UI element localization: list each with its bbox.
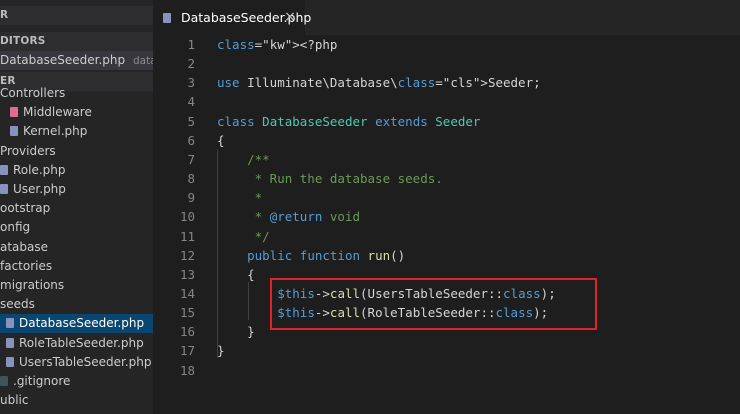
- tree-item[interactable]: .gitignore: [0, 372, 153, 391]
- line-number: 7: [187, 151, 195, 167]
- tree-item[interactable]: Kernel.php: [0, 122, 153, 141]
- tree-item-label: migrations: [0, 278, 65, 292]
- tree-item-label: User.php: [13, 182, 66, 196]
- line-number: 2: [187, 56, 195, 72]
- close-icon[interactable]: ×: [281, 0, 299, 35]
- explorer-title: R: [0, 6, 153, 25]
- tree-item[interactable]: factories: [0, 257, 153, 276]
- line-number: 3: [187, 75, 195, 91]
- tree-item-label: .gitignore: [13, 374, 71, 388]
- line-number: 18: [179, 362, 195, 378]
- indent-guide: [217, 149, 218, 358]
- tree-item[interactable]: onfig: [0, 218, 153, 237]
- line-number: 13: [179, 266, 195, 282]
- line-number: 12: [179, 247, 195, 263]
- tree-item-label: onfig: [0, 220, 31, 235]
- tree-item-label: Controllers: [0, 86, 66, 100]
- git-file-icon: [0, 376, 8, 386]
- php-file-icon: [163, 13, 171, 23]
- code-line[interactable]: {: [217, 131, 225, 150]
- tab-databaseseeder[interactable]: DatabaseSeeder.php ×: [153, 0, 311, 35]
- tree-item-label: Providers: [0, 143, 56, 158]
- line-number: 8: [187, 171, 195, 187]
- line-number: 16: [179, 324, 195, 340]
- tree-item-label: Middleware: [23, 105, 92, 120]
- explorer-sidebar: R DITORS DatabaseSeeder.php database... …: [0, 0, 153, 414]
- tree-item[interactable]: Middleware: [0, 103, 153, 122]
- tree-item[interactable]: seeds: [0, 295, 153, 314]
- code-line[interactable]: /**: [217, 150, 270, 169]
- tree-item-label: Role.php: [13, 162, 66, 177]
- code-editor[interactable]: 1 2 3 4 5 6 7 8 9 10 11 12 13 14 15 16 17 18 class="kw"><…: [153, 35, 740, 414]
- code-line[interactable]: */: [217, 227, 270, 246]
- code-line[interactable]: {: [217, 265, 255, 284]
- tree-item[interactable]: Controllers: [0, 84, 153, 103]
- tree-item[interactable]: RoleTableSeeder.php: [0, 334, 153, 353]
- php-file-icon: [6, 356, 14, 367]
- tree-item-label: UsersTableSeeder.php: [19, 354, 152, 369]
- tree-item-label: ootstrap: [0, 201, 51, 216]
- open-editors-header[interactable]: DITORS: [0, 32, 153, 51]
- php-file-icon: [6, 337, 14, 348]
- tree-item-label: seeds: [0, 297, 35, 312]
- php-file-icon: [0, 184, 8, 194]
- php-file-icon: [0, 164, 8, 175]
- open-editor-name: DatabaseSeeder.php: [0, 53, 126, 67]
- code-line[interactable]: }: [217, 341, 225, 360]
- line-number: 17: [179, 343, 195, 359]
- code-line[interactable]: public function run(): [217, 246, 405, 265]
- line-number: 14: [179, 285, 195, 301]
- tree-item[interactable]: migrations: [0, 276, 153, 295]
- indent-guide: [248, 282, 249, 320]
- line-number: 11: [179, 228, 195, 244]
- code-line[interactable]: * Run the database seeds.: [217, 169, 443, 188]
- tree-item[interactable]: Role.php: [0, 161, 153, 180]
- open-editor-path: database...: [132, 55, 153, 67]
- code-line[interactable]: class="kw"><?php: [217, 35, 337, 54]
- annotation-highlight-box: [270, 278, 597, 330]
- tree-item-label: Kernel.php: [23, 124, 88, 139]
- tree-item[interactable]: atabase: [0, 238, 153, 257]
- line-number: 1: [187, 37, 195, 52]
- code-line[interactable]: }: [217, 322, 255, 341]
- php-file-icon: [10, 107, 18, 118]
- tree-item[interactable]: UsersTableSeeder.php: [0, 353, 153, 372]
- line-number: 6: [187, 132, 195, 148]
- code-line[interactable]: use Illuminate\Database\class="cls">Seed…: [217, 73, 541, 92]
- tree-item[interactable]: ublic: [0, 391, 153, 410]
- line-number: 5: [187, 113, 195, 129]
- line-number: 4: [187, 94, 195, 110]
- tree-item-label: atabase: [0, 239, 49, 254]
- tree-item[interactable]: ootstrap: [0, 199, 153, 218]
- line-number: 15: [179, 305, 195, 321]
- code-line[interactable]: * @return void: [217, 207, 360, 226]
- line-number: 9: [187, 190, 195, 206]
- tree-item-label: RoleTableSeeder.php: [19, 335, 144, 350]
- php-file-icon: [10, 126, 18, 137]
- editor-tab-bar: DatabaseSeeder.php ×: [153, 0, 740, 35]
- code-line[interactable]: *: [217, 188, 263, 207]
- code-line[interactable]: class DatabaseSeeder extends Seeder: [217, 112, 480, 131]
- php-file-icon: [6, 318, 14, 329]
- line-number: 10: [179, 209, 195, 225]
- tree-item[interactable]: Providers: [0, 142, 153, 161]
- open-editor-item[interactable]: DatabaseSeeder.php database...: [0, 51, 153, 70]
- tree-item-label: DatabaseSeeder.php: [19, 316, 145, 331]
- tree-item[interactable]: DatabaseSeeder.php: [0, 314, 153, 334]
- tree-item[interactable]: User.php: [0, 180, 153, 199]
- tree-item-label: ublic: [0, 393, 29, 408]
- tree-item-label: factories: [0, 258, 53, 273]
